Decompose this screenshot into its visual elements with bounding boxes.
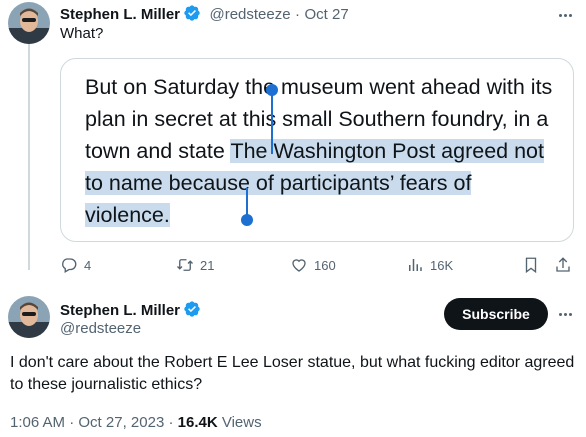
views-icon [409,259,422,271]
more-icon[interactable] [554,303,576,325]
reply-count: 4 [84,257,92,273]
retweet-count: 21 [200,257,215,273]
more-icon[interactable] [554,4,576,26]
selection-end-handle[interactable] [241,214,253,226]
tweet-actions: 4 21 160 16K [60,252,576,278]
selection-start-caret [271,92,273,154]
like-count: 160 [314,257,336,273]
retweet-icon [177,259,193,271]
subscribe-button[interactable]: Subscribe [444,298,548,330]
avatar[interactable] [8,2,50,44]
share-button[interactable] [554,256,572,274]
tweet-time[interactable]: 1:06 AM [10,414,65,431]
separator: · [69,414,75,431]
like-icon [292,259,306,272]
bookmark-button[interactable] [522,256,540,274]
tweet-meta: 1:06 AM · Oct 27, 2023 · 16.4K Views [10,414,262,431]
author-handle[interactable]: @redsteeze [60,320,141,337]
selection-end-caret [246,188,248,216]
separator: · [295,6,301,23]
reply-icon [62,258,77,273]
views-count: 16K [430,257,454,273]
main-tweet-author: Stephen L. Miller [60,300,201,320]
author-handle[interactable]: @redsteeze [209,6,290,23]
views-button[interactable]: 16K [406,256,453,274]
reply-header: Stephen L. Miller @redsteeze · Oct 27 [60,4,349,24]
separator: · [168,414,174,431]
author-name[interactable]: Stephen L. Miller [60,6,180,23]
like-button[interactable]: 160 [290,256,336,274]
tweet-date[interactable]: Oct 27, 2023 [78,414,164,431]
views-label: Views [221,414,262,431]
bookmark-icon [525,257,537,274]
tweet-text: What? [60,25,104,42]
avatar[interactable] [8,296,50,338]
views-count: 16.4K [177,414,218,431]
author-name[interactable]: Stephen L. Miller [60,302,180,319]
quoted-text-card[interactable]: But on Saturday the museum went ahead wi… [60,58,574,242]
quoted-text: But on Saturday the museum went ahead wi… [85,71,557,231]
verified-badge-icon [184,5,200,21]
tweet-date[interactable]: Oct 27 [304,6,348,23]
reply-button[interactable]: 4 [60,256,91,274]
share-icon [556,257,570,272]
main-tweet-text: I don't care about the Robert E Lee Lose… [10,354,575,393]
verified-badge-icon [184,301,200,317]
thread-line [28,44,30,270]
retweet-button[interactable]: 21 [176,256,214,274]
